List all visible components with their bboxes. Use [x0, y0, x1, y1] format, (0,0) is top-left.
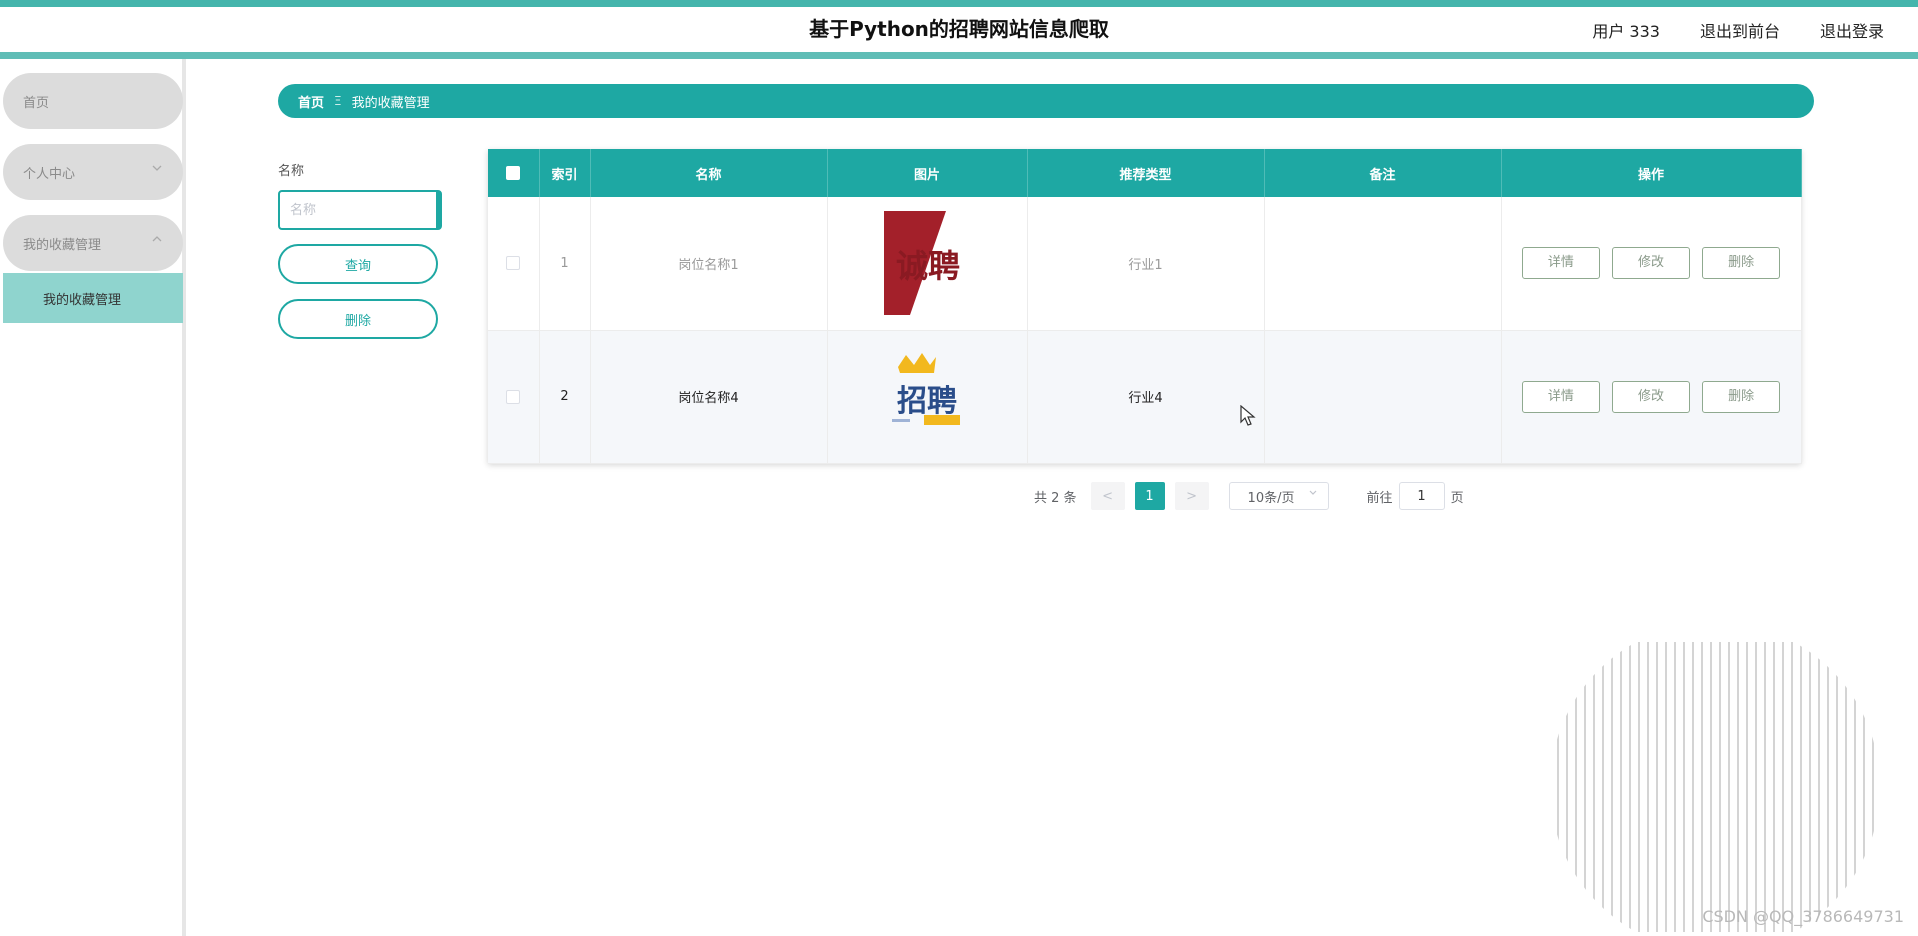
col-header-note: 备注 — [1264, 149, 1502, 197]
col-header-index: 索引 — [539, 149, 591, 197]
logout-link[interactable]: 退出登录 — [1820, 18, 1884, 42]
decorative-striped-circle — [1557, 642, 1874, 932]
thumbnail-text: 诚聘 — [896, 247, 960, 285]
detail-button[interactable]: 详情 — [1521, 247, 1600, 280]
row-image-cell: 招聘 — [827, 330, 1028, 464]
row-checkbox[interactable] — [506, 256, 521, 271]
select-all-cell — [488, 149, 540, 197]
pagination: 共 2 条 < 1 > 10条/页 前往 页 — [1034, 482, 1464, 510]
breadcrumb-current: 我的收藏管理 — [351, 95, 430, 111]
row-name: 岗位名称1 — [590, 197, 828, 331]
table-row: 1 岗位名称1 诚聘 行业1 详情 修改 删除 — [488, 197, 1802, 331]
sidebar-item-profile[interactable]: 个人中心 — [3, 144, 183, 200]
row-index: 2 — [539, 330, 591, 464]
goto-suffix: 页 — [1450, 490, 1464, 506]
goto-prefix: 前往 — [1366, 490, 1393, 506]
job-thumbnail-image[interactable]: 诚聘 — [884, 211, 970, 316]
row-actions: 详情 修改 删除 — [1501, 197, 1802, 331]
delete-selected-button[interactable]: 删除 — [278, 299, 438, 339]
delete-button[interactable]: 删除 — [1702, 380, 1781, 413]
prev-page-button[interactable]: < — [1090, 482, 1125, 510]
user-name: 用户 333 — [1592, 21, 1660, 41]
col-header-image: 图片 — [827, 149, 1028, 197]
favorites-table: 索引 名称 图片 推荐类型 备注 操作 1 岗位名称1 诚聘 行业1 详情 修改… — [488, 149, 1802, 464]
row-type: 行业4 — [1027, 330, 1265, 464]
row-type: 行业1 — [1027, 197, 1265, 331]
delete-button[interactable]: 删除 — [1702, 247, 1781, 280]
col-header-type: 推荐类型 — [1027, 149, 1265, 197]
row-index: 1 — [539, 197, 591, 331]
chevron-down-icon — [1308, 488, 1318, 501]
breadcrumb: 首页 Ξ 我的收藏管理 — [278, 84, 1814, 118]
row-name: 岗位名称4 — [590, 330, 828, 464]
col-header-actions: 操作 — [1501, 149, 1802, 197]
row-actions: 详情 修改 删除 — [1501, 330, 1802, 464]
row-note — [1264, 197, 1502, 331]
row-image-cell: 诚聘 — [827, 197, 1028, 331]
sidebar-subitem-favorites-manage[interactable]: 我的收藏管理 — [3, 273, 183, 323]
row-note — [1264, 330, 1502, 464]
goto-page-input[interactable] — [1398, 482, 1445, 510]
search-label: 名称 — [278, 164, 305, 179]
row-checkbox-cell — [488, 197, 540, 331]
sidebar-item-favorites[interactable]: 我的收藏管理 — [3, 215, 183, 271]
sidebar-item-label: 首页 — [23, 95, 50, 111]
chevron-up-icon — [151, 233, 163, 249]
breadcrumb-separator-icon: Ξ — [334, 94, 342, 108]
csdn-watermark: CSDN @QQ_3786649731 — [1702, 907, 1904, 926]
header-nav: 用户 333 退出到前台 退出登录 — [1592, 7, 1884, 52]
sidebar-item-label: 个人中心 — [23, 166, 76, 182]
row-checkbox-cell — [488, 330, 540, 464]
sidebar-subitem-label: 我的收藏管理 — [43, 292, 122, 308]
pagination-total: 共 2 条 — [1034, 490, 1077, 506]
back-to-front-link[interactable]: 退出到前台 — [1700, 18, 1780, 42]
thumbnail-text: 招聘 — [897, 384, 957, 419]
select-all-checkbox[interactable] — [506, 166, 521, 180]
row-checkbox[interactable] — [506, 389, 521, 404]
page-number-button[interactable]: 1 — [1134, 482, 1165, 510]
header-top-stripe — [0, 0, 1918, 7]
header-bottom-stripe — [0, 52, 1918, 59]
detail-button[interactable]: 详情 — [1521, 380, 1600, 413]
table-row: 2 岗位名称4 招聘 行业4 详情 修改 删除 — [488, 330, 1802, 464]
table-header-row: 索引 名称 图片 推荐类型 备注 操作 — [488, 149, 1802, 197]
col-header-name: 名称 — [590, 149, 828, 197]
next-page-button[interactable]: > — [1174, 482, 1209, 510]
page-size-select[interactable]: 10条/页 — [1228, 482, 1329, 510]
query-button[interactable]: 查询 — [278, 244, 438, 284]
page-size-value: 10条/页 — [1247, 490, 1295, 506]
chevron-down-icon — [151, 162, 163, 178]
name-search-input[interactable] — [278, 190, 442, 230]
sidebar-item-home[interactable]: 首页 — [3, 73, 183, 129]
edit-button[interactable]: 修改 — [1612, 380, 1690, 413]
sidebar: 首页 个人中心 我的收藏管理 我的收藏管理 — [0, 59, 186, 936]
edit-button[interactable]: 修改 — [1612, 247, 1690, 280]
sidebar-item-label: 我的收藏管理 — [23, 237, 102, 253]
mouse-cursor-icon — [1240, 405, 1256, 426]
job-thumbnail-image[interactable]: 招聘 — [884, 344, 970, 449]
breadcrumb-home[interactable]: 首页 — [298, 92, 324, 111]
